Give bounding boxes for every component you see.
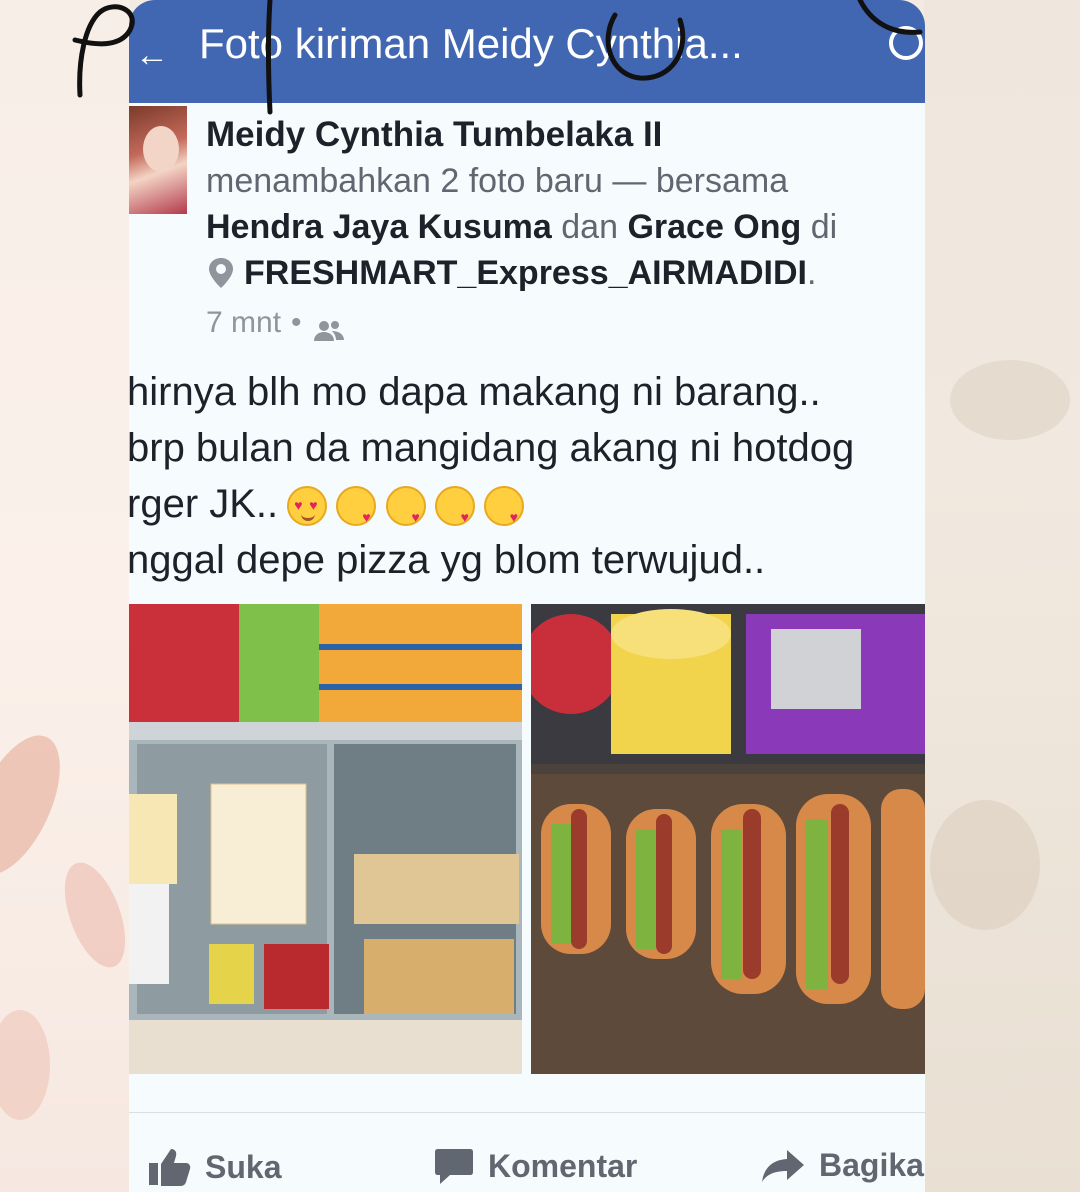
meta-separator: • [291, 306, 302, 339]
hotdogs-image [531, 604, 925, 1074]
decor-blob [52, 854, 138, 976]
heart-eyes-emoji-icon: ♥ ♥ [287, 486, 328, 527]
search-icon[interactable] [889, 26, 923, 60]
tagged-line: Hendra Jaya Kusuma dan Grace Ong di [206, 204, 906, 250]
friends-icon [312, 311, 346, 341]
kiss-emoji-icon: ♥ [385, 486, 426, 527]
background-right [924, 0, 1080, 1192]
caption-line: hirnya blh mo dapa makang ni barang.. [129, 370, 821, 414]
decor-blob [950, 360, 1070, 440]
like-label: Suka [205, 1148, 282, 1185]
post-caption: hirnya blh mo dapa makang ni barang.. br… [129, 364, 925, 588]
caption-line: brp bulan da mangidang akang ni hotdog [129, 426, 855, 470]
location-pin-icon [206, 256, 236, 290]
share-button[interactable]: Bagika [761, 1147, 924, 1184]
decor-blob [930, 800, 1040, 930]
location-suffix: . [807, 254, 817, 292]
avatar[interactable] [129, 106, 187, 214]
page-title: Foto kiriman Meidy Cynthia... [199, 20, 743, 67]
avatar-face [143, 126, 179, 172]
thumbs-up-icon [149, 1149, 191, 1186]
and-word: dan [561, 208, 618, 246]
kiss-emoji-icon: ♥ [434, 486, 475, 527]
back-arrow-icon[interactable]: ← [135, 36, 169, 75]
at-word: di [810, 208, 838, 246]
like-button[interactable]: Suka [149, 1147, 281, 1187]
comment-button[interactable]: Komentar [434, 1147, 637, 1185]
store-display-image [129, 604, 522, 1074]
author-name[interactable]: Meidy Cynthia Tumbelaka II [206, 112, 906, 158]
caption-line-with-emoji: rger JK.. ♥ ♥ ♥ ♥ ♥ ♥ [129, 476, 925, 532]
caption-line: nggal depe pizza yg blom terwujud.. [129, 538, 766, 582]
top-bar: ← Foto kiriman Meidy Cynthia... [129, 0, 925, 103]
kiss-emoji-icon: ♥ [483, 486, 524, 527]
photo-store-display[interactable] [129, 604, 522, 1074]
kiss-emoji-icon: ♥ [336, 486, 377, 527]
location-line: FRESHMART_Express_AIRMADIDI. [206, 250, 906, 296]
tagged-person-1[interactable]: Hendra Jaya Kusuma [206, 208, 552, 246]
share-icon [762, 1149, 804, 1182]
comment-icon [435, 1149, 473, 1184]
share-label: Bagika [819, 1147, 924, 1183]
caption-line-text: rger JK.. [129, 482, 279, 526]
comment-label: Komentar [488, 1147, 638, 1184]
post-header: Meidy Cynthia Tumbelaka II menambahkan 2… [206, 112, 906, 346]
post-actions-bar: Suka Komentar Bagika [129, 1112, 925, 1192]
decor-blob [0, 1010, 50, 1120]
background-left [0, 0, 138, 1192]
phone-screen: ← Foto kiriman Meidy Cynthia... Meidy Cy… [129, 0, 925, 1192]
photo-hotdogs[interactable] [531, 604, 925, 1074]
post-meta: 7 mnt • [206, 300, 906, 346]
decor-blob [0, 722, 79, 888]
post-action-text: menambahkan 2 foto baru — bersama [206, 162, 789, 200]
location-name[interactable]: FRESHMART_Express_AIRMADIDI [244, 250, 807, 296]
post-time[interactable]: 7 mnt [206, 300, 281, 346]
tagged-person-2[interactable]: Grace Ong [627, 208, 801, 246]
